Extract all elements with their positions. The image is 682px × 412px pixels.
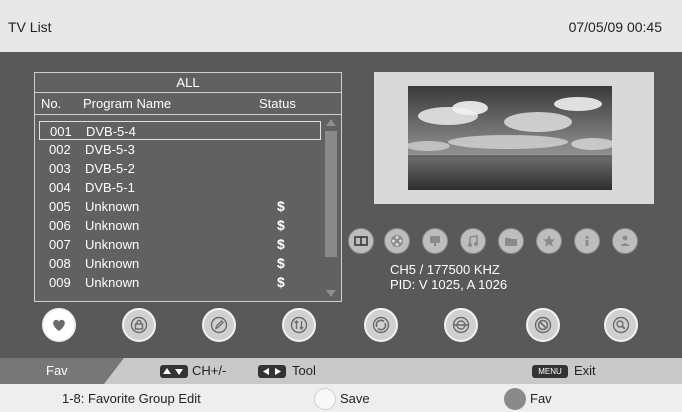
heart-icon[interactable] xyxy=(42,308,76,342)
bottom-hint-bar: 1-8: Favorite Group Edit Save Fav xyxy=(0,384,682,412)
frequency-text: CH5 / 177500 KHZ xyxy=(390,262,500,277)
scroll-down-arrow-icon[interactable] xyxy=(326,290,336,297)
ch-hint: CH+/- xyxy=(192,363,227,378)
folder-icon xyxy=(498,228,524,254)
channel-row[interactable]: 005 Unknown $ xyxy=(39,197,321,216)
move-icon[interactable] xyxy=(364,308,398,342)
skip-icon[interactable] xyxy=(444,308,478,342)
channel-row[interactable]: 001 DVB-5-4 xyxy=(39,121,321,140)
delete-icon[interactable] xyxy=(526,308,560,342)
lock-icon[interactable] xyxy=(122,308,156,342)
person-icon xyxy=(612,228,638,254)
scramble-icon: $ xyxy=(277,217,285,233)
exit-hint: Exit xyxy=(574,363,596,378)
main-area: ALL No. Program Name Status 001 DVB-5-4 … xyxy=(0,52,682,358)
channel-row[interactable]: 003 DVB-5-2 xyxy=(39,159,321,178)
col-no: No. xyxy=(41,96,62,111)
scramble-icon: $ xyxy=(277,274,285,290)
save-color-key-icon xyxy=(314,388,336,410)
menu-key-icon: MENU xyxy=(532,365,568,378)
help-bar: Fav CH+/- Tool MENU Exit xyxy=(0,358,682,384)
preview-image xyxy=(408,86,612,190)
channel-list: ALL No. Program Name Status 001 DVB-5-4 … xyxy=(34,72,342,302)
sort-icon[interactable] xyxy=(282,308,316,342)
fav-hint[interactable]: Fav xyxy=(530,391,552,407)
scramble-icon: $ xyxy=(277,198,285,214)
left-right-key-icon xyxy=(258,365,286,378)
scramble-icon: $ xyxy=(277,236,285,252)
channel-row[interactable]: 008 Unknown $ xyxy=(39,254,321,273)
scroll-thumb[interactable] xyxy=(325,131,337,257)
film-reel-icon xyxy=(384,228,410,254)
video-preview xyxy=(374,72,654,204)
info-icon xyxy=(574,228,600,254)
tool-hint: Tool xyxy=(292,363,316,378)
music-note-icon xyxy=(460,228,486,254)
book-icon xyxy=(348,228,374,254)
pid-text: PID: V 1025, A 1026 xyxy=(390,277,508,292)
page-title: TV List xyxy=(8,19,52,35)
scramble-icon: $ xyxy=(277,255,285,271)
save-hint[interactable]: Save xyxy=(340,391,370,407)
list-group-title: ALL xyxy=(35,73,341,93)
scroll-up-arrow-icon[interactable] xyxy=(326,119,336,126)
status-icon-row xyxy=(344,228,680,256)
find-icon[interactable] xyxy=(604,308,638,342)
up-down-key-icon xyxy=(160,365,188,378)
tv-icon xyxy=(422,228,448,254)
col-status: Status xyxy=(259,96,296,111)
channel-row[interactable]: 004 DVB-5-1 xyxy=(39,178,321,197)
mode-tab-fav[interactable]: Fav xyxy=(0,358,124,384)
list-scrollbar[interactable] xyxy=(325,119,337,297)
title-bar: TV List 07/05/09 00:45 xyxy=(0,0,682,52)
channel-row[interactable]: 006 Unknown $ xyxy=(39,216,321,235)
channel-row[interactable]: 002 DVB-5-3 xyxy=(39,140,321,159)
channel-rows: 001 DVB-5-4 002 DVB-5-3 003 DVB-5-2 004 … xyxy=(39,121,321,292)
channel-info: CH5 / 177500 KHZ PID: V 1025, A 1026 xyxy=(390,262,507,292)
list-header: No. Program Name Status xyxy=(35,93,341,115)
star-icon xyxy=(536,228,562,254)
edit-hint: 1-8: Favorite Group Edit xyxy=(62,391,201,406)
channel-row[interactable]: 009 Unknown $ xyxy=(39,273,321,292)
col-program-name: Program Name xyxy=(83,96,172,111)
pencil-icon[interactable] xyxy=(202,308,236,342)
function-button-row xyxy=(0,308,682,348)
channel-row[interactable]: 007 Unknown $ xyxy=(39,235,321,254)
fav-color-key-icon xyxy=(504,388,526,410)
date-time: 07/05/09 00:45 xyxy=(568,19,662,35)
